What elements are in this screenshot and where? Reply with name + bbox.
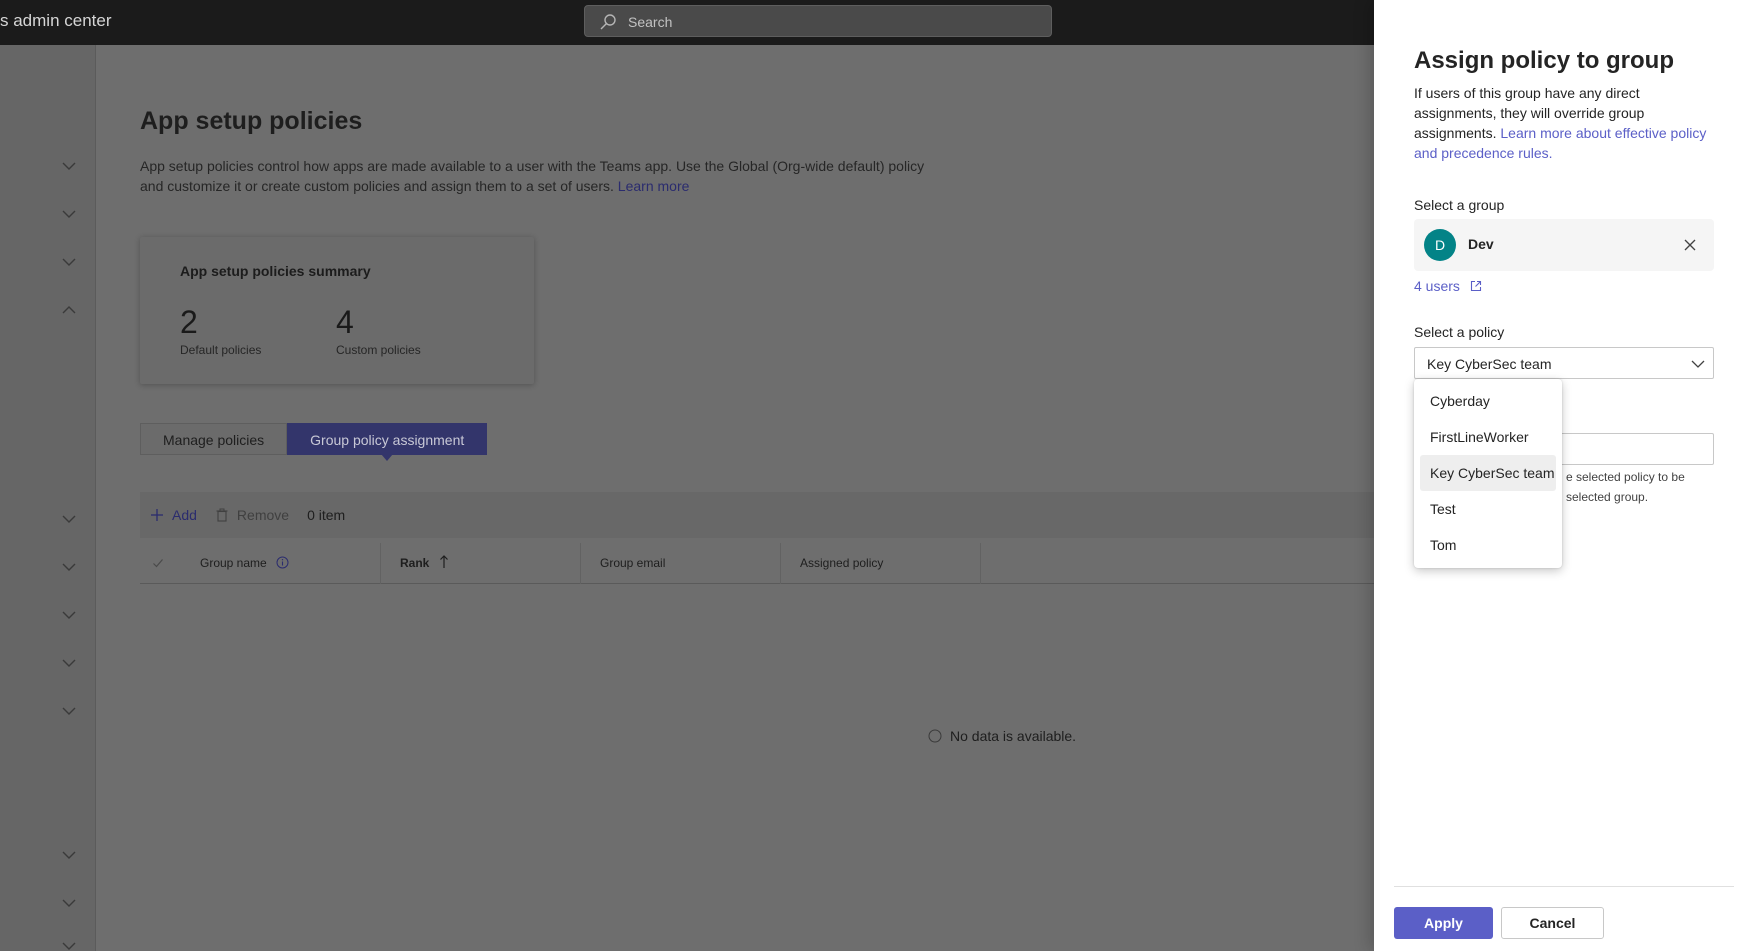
apply-button[interactable]: Apply [1394, 907, 1493, 939]
default-policies-label: Default policies [180, 343, 262, 357]
avatar: D [1424, 229, 1456, 261]
chevron-down-icon[interactable] [62, 898, 76, 908]
custom-policies-stat: 4 Custom policies [336, 304, 421, 357]
left-nav [0, 45, 96, 951]
no-data-message: No data is available. [928, 728, 1076, 744]
chevron-down-icon [1691, 360, 1705, 368]
panel-title: Assign policy to group [1414, 47, 1675, 74]
chevron-down-icon[interactable] [62, 658, 76, 668]
policy-option-tom[interactable]: Tom [1420, 527, 1556, 563]
column-group-name[interactable]: Group name [200, 543, 289, 584]
chevron-down-icon[interactable] [62, 161, 76, 171]
column-divider [580, 543, 581, 584]
policy-option-firstlineworker[interactable]: FirstLineWorker [1420, 419, 1556, 455]
default-policies-count: 2 [180, 304, 198, 340]
sort-ascending-icon [439, 555, 448, 568]
chevron-down-icon[interactable] [62, 706, 76, 716]
column-divider [380, 543, 381, 584]
column-divider [980, 543, 981, 584]
selected-group-chip: D Dev [1414, 219, 1714, 271]
column-group-name-label: Group name [200, 556, 267, 570]
policy-select-value: Key CyberSec team [1427, 356, 1552, 372]
summary-title: App setup policies summary [180, 263, 371, 279]
chevron-up-icon[interactable] [62, 305, 76, 315]
add-label: Add [172, 507, 197, 523]
info-icon[interactable] [276, 556, 289, 569]
no-data-text: No data is available. [950, 728, 1077, 744]
learn-more-link[interactable]: Learn more [618, 178, 690, 194]
search-icon [600, 14, 616, 30]
column-assigned-policy[interactable]: Assigned policy [800, 543, 883, 584]
tab-manage-policies[interactable]: Manage policies [140, 423, 288, 455]
policy-option-key-cybersec-team[interactable]: Key CyberSec team [1420, 455, 1556, 491]
search-placeholder: Search [628, 14, 673, 30]
table-header: Group name Rank Group email Assigned pol… [140, 543, 1374, 584]
chevron-down-icon[interactable] [62, 209, 76, 219]
remove-label: Remove [236, 507, 290, 523]
chevron-down-icon[interactable] [62, 257, 76, 267]
remove-button[interactable]: Remove [215, 507, 289, 523]
tab-bar: Manage policies Group policy assignment [140, 423, 488, 461]
custom-policies-count: 4 [336, 304, 354, 340]
app-title: s admin center [0, 11, 112, 30]
cancel-button[interactable]: Cancel [1501, 907, 1604, 939]
default-policies-stat: 2 Default policies [180, 304, 261, 357]
column-rank[interactable]: Rank [400, 543, 449, 584]
select-policy-label: Select a policy [1414, 324, 1505, 340]
plus-icon [151, 509, 163, 521]
chevron-down-icon[interactable] [62, 850, 76, 860]
item-count: 0 item [307, 507, 346, 523]
policy-option-test[interactable]: Test [1420, 491, 1556, 527]
assign-policy-panel: Assign policy to group If users of this … [1374, 0, 1740, 951]
tab-group-policy-assignment[interactable]: Group policy assignment [287, 423, 488, 461]
chevron-down-icon[interactable] [62, 562, 76, 572]
select-all-checkmark-icon[interactable] [152, 557, 164, 569]
search-box[interactable]: Search [584, 5, 1052, 37]
summary-card: App setup policies summary 2 Default pol… [140, 237, 534, 384]
main-content: App setup policies App setup policies co… [96, 45, 1374, 951]
add-button[interactable]: Add [150, 507, 197, 523]
group-name: Dev [1468, 236, 1494, 252]
page-title: App setup policies [140, 107, 363, 135]
policy-option-cyberday[interactable]: Cyberday [1420, 383, 1556, 419]
policy-dropdown-list: Cyberday FirstLineWorker Key CyberSec te… [1414, 379, 1562, 568]
page-description-text: App setup policies control how apps are … [140, 158, 925, 194]
column-group-email[interactable]: Group email [600, 543, 665, 584]
column-rank-label: Rank [400, 556, 430, 570]
info-circle-icon [928, 729, 942, 743]
chevron-down-icon[interactable] [62, 610, 76, 620]
close-icon[interactable] [1682, 237, 1698, 253]
users-link[interactable]: 4 users [1414, 278, 1482, 294]
select-group-label: Select a group [1414, 197, 1505, 213]
panel-description: If users of this group have any direct a… [1414, 83, 1714, 163]
chevron-down-icon[interactable] [62, 941, 76, 951]
external-link-icon [1470, 280, 1481, 292]
users-link-label: 4 users [1414, 278, 1460, 294]
page-description: App setup policies control how apps are … [140, 156, 940, 196]
custom-policies-label: Custom policies [336, 343, 421, 357]
table-toolbar: Add Remove 0 item [140, 492, 1374, 538]
column-divider [780, 543, 781, 584]
panel-footer-divider [1394, 886, 1734, 887]
chevron-down-icon[interactable] [62, 514, 76, 524]
policy-select[interactable]: Key CyberSec team [1414, 347, 1714, 379]
trash-icon [216, 508, 228, 522]
